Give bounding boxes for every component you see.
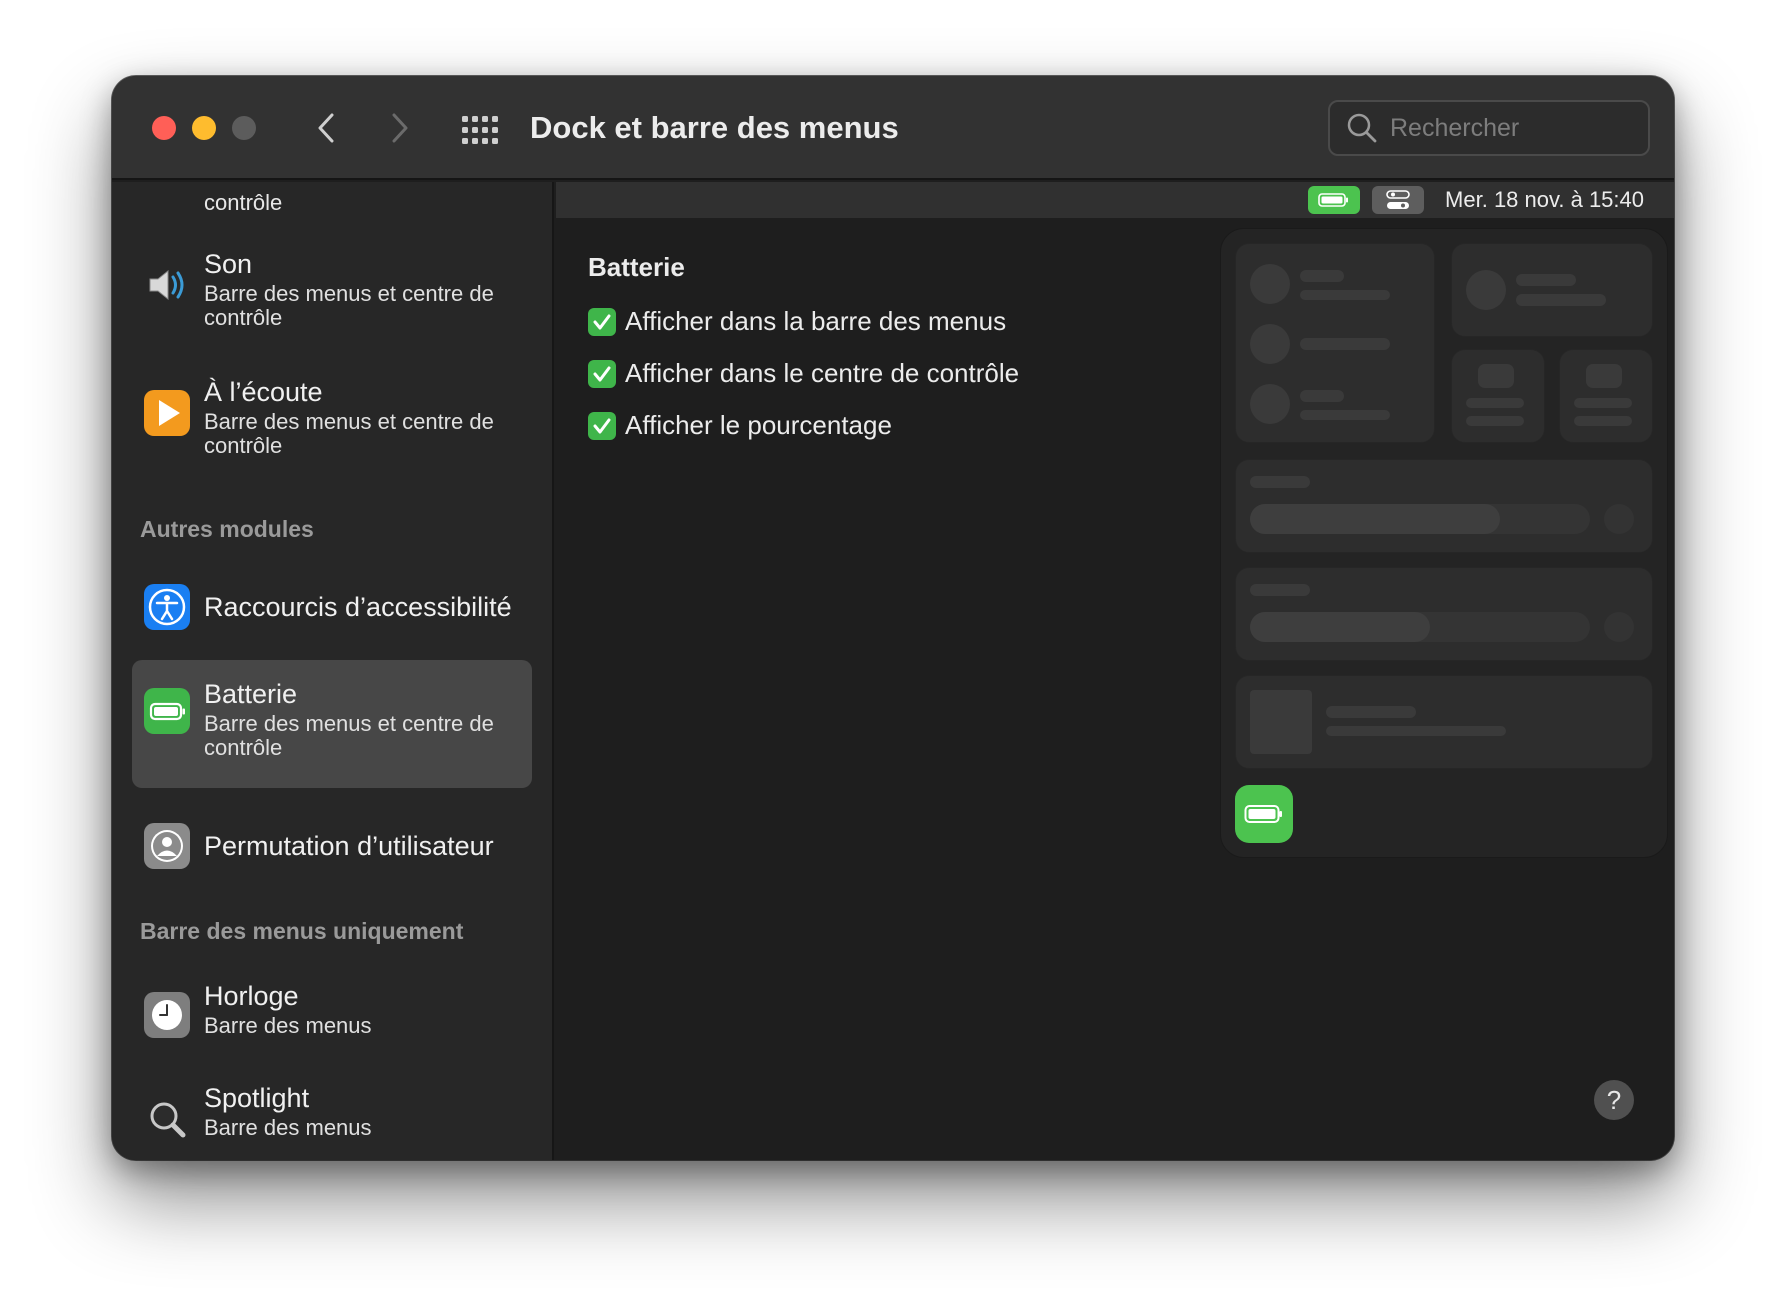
option-show-percentage[interactable]: Afficher le pourcentage [588, 410, 892, 441]
speaker-icon [144, 262, 190, 308]
section-header-menubar-only: Barre des menus uniquement [140, 918, 464, 944]
section-title: Batterie [588, 252, 685, 282]
preview-media-tile [1235, 675, 1653, 769]
close-window-button[interactable] [152, 116, 176, 140]
sidebar-item-now-playing[interactable]: À l’écoute Barre des menus et centre de … [132, 370, 532, 460]
checkbox-show-in-control-center[interactable] [588, 359, 616, 388]
menubar-preview: Mer. 18 nov. à 15:40 [556, 182, 1674, 218]
checkmark-icon [593, 418, 611, 433]
sidebar-item-label: Spotlight [204, 1083, 310, 1113]
sidebar-item-son[interactable]: Son Barre des menus et centre de contrôl… [132, 242, 532, 332]
battery-icon [1244, 805, 1282, 823]
chevron-right-icon [392, 113, 408, 143]
checkmark-icon [593, 366, 611, 381]
sidebar-item-label: Son [204, 249, 253, 279]
clock-icon [144, 992, 190, 1038]
minimize-window-button[interactable] [192, 116, 216, 140]
checkbox-label: Afficher le pourcentage [625, 410, 892, 440]
menubar-clock: Mer. 18 nov. à 15:40 [1445, 187, 1644, 212]
preview-slider-tile [1235, 567, 1653, 661]
search-input[interactable] [1390, 113, 1630, 143]
preview-tile [1559, 349, 1653, 443]
title-bar: Dock et barre des menus [112, 76, 1674, 180]
sidebar-item-sublabel: Barre des menus [204, 1013, 372, 1038]
sidebar-item-sublabel: Barre des menus [204, 1115, 372, 1140]
user-icon [144, 823, 190, 869]
back-button[interactable] [306, 108, 346, 148]
preview-tile [1235, 243, 1435, 443]
main-content: Batterie Afficher dans la barre des menu… [556, 218, 1674, 1160]
sidebar-item-sublabel: Barre des menus et centre de contrôle [204, 711, 494, 760]
preview-battery-module [1235, 785, 1293, 843]
sidebar-item-sublabel: Barre des menus et centre de contrôle [204, 281, 494, 330]
sidebar-item-clock[interactable]: Horloge Barre des menus [132, 972, 532, 1062]
sidebar-item-sublabel: Barre des menus et centre de contrôle [204, 409, 494, 458]
sidebar-item-label: Raccourcis d’accessibilité [204, 592, 512, 622]
sidebar-item-label: À l’écoute [204, 377, 323, 407]
search-icon [1347, 113, 1377, 143]
preview-tile [1451, 349, 1545, 443]
preview-tile [1451, 243, 1653, 337]
sidebar: contrôle Son Barre des menus et centre d… [112, 182, 554, 1160]
checkbox-show-percentage[interactable] [588, 411, 616, 440]
checkbox-label: Afficher dans la barre des menus [625, 306, 1007, 336]
sidebar-item-label: Permutation d’utilisateur [204, 831, 494, 861]
sidebar-item-accessibility[interactable]: Raccourcis d’accessibilité [132, 572, 532, 642]
zoom-window-button[interactable] [232, 116, 256, 140]
grid-icon [462, 116, 498, 144]
search-field[interactable] [1328, 100, 1650, 156]
chevron-left-icon [318, 113, 334, 143]
checkbox-label: Afficher dans le centre de contrôle [625, 358, 1020, 388]
sidebar-item-spotlight[interactable]: Spotlight Barre des menus [132, 1074, 532, 1160]
sidebar-item-battery[interactable]: Batterie Barre des menus et centre de co… [132, 660, 532, 788]
help-button[interactable]: ? [1594, 1080, 1634, 1120]
sidebar-item-user-switching[interactable]: Permutation d’utilisateur [132, 806, 532, 886]
spotlight-icon [144, 1096, 190, 1142]
checkmark-icon [593, 314, 611, 329]
sidebar-item-partial-label: contrôle [204, 190, 283, 215]
preview-slider-tile [1235, 459, 1653, 553]
option-show-in-control-center[interactable]: Afficher dans le centre de contrôle [588, 358, 1019, 389]
control-center-icon [1372, 186, 1424, 214]
sidebar-item-label: Batterie [204, 679, 298, 709]
sidebar-item-label: Horloge [204, 981, 299, 1011]
accessibility-icon [144, 584, 190, 630]
show-all-button[interactable] [460, 110, 500, 150]
preferences-window: Dock et barre des menus contrôle Son Bar… [112, 76, 1674, 1160]
menubar-battery-icon [1308, 186, 1360, 214]
forward-button[interactable] [380, 108, 420, 148]
option-show-in-menubar[interactable]: Afficher dans la barre des menus [588, 306, 1006, 337]
section-header-other-modules: Autres modules [140, 516, 314, 542]
control-center-preview [1220, 228, 1668, 858]
checkbox-show-in-menubar[interactable] [588, 307, 616, 336]
window-title: Dock et barre des menus [530, 110, 899, 145]
now-playing-icon [144, 390, 190, 436]
battery-icon [144, 688, 190, 734]
